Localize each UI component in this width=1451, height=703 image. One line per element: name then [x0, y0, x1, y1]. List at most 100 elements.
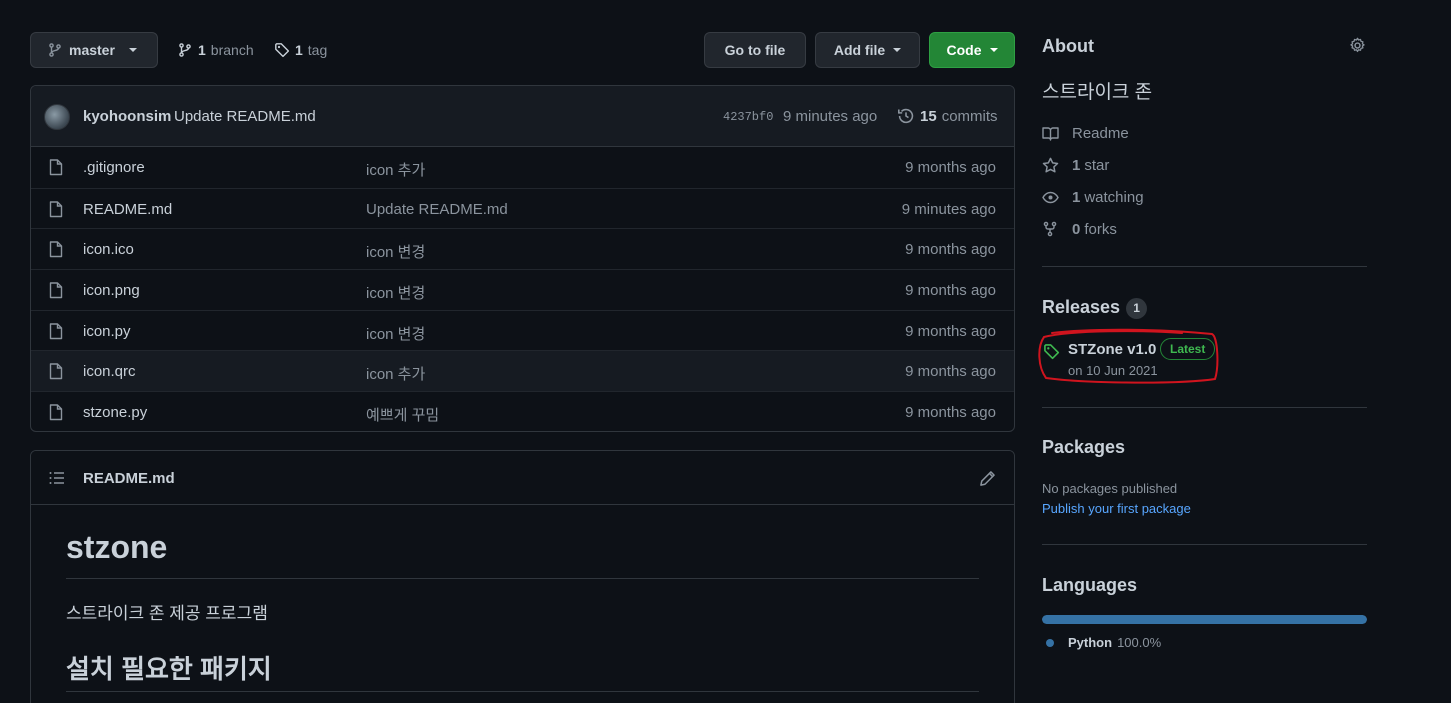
file-name[interactable]: icon.png [83, 282, 140, 299]
code-label: Code [946, 42, 982, 58]
languages-heading: Languages [1042, 575, 1138, 595]
tags-link[interactable]: 1 tag [274, 40, 327, 60]
commit-message[interactable]: Update README.md [174, 108, 316, 125]
commit-time: 9 minutes ago [783, 108, 878, 125]
star-icon [1042, 157, 1072, 174]
tags-label: tag [307, 42, 328, 58]
go-to-file-label: Go to file [724, 42, 786, 58]
file-name[interactable]: README.md [83, 201, 172, 218]
file-row[interactable]: stzone.py 예쁘게 꾸밈 9 months ago [31, 391, 1014, 431]
file-commit-message[interactable]: Update README.md [366, 201, 508, 218]
language-color-dot [1046, 638, 1054, 647]
history-icon [897, 107, 915, 125]
language-bar-python [1042, 615, 1367, 624]
file-row[interactable]: icon.qrc icon 추가 9 months ago [31, 350, 1014, 392]
chevron-down-icon [128, 48, 137, 52]
branches-link[interactable]: 1 branch [177, 40, 254, 60]
file-commit-message[interactable]: icon 추가 [366, 363, 425, 384]
file-name[interactable]: icon.ico [83, 241, 134, 258]
eye-icon [1042, 191, 1072, 204]
file-commit-time: 9 months ago [905, 404, 996, 422]
file-row[interactable]: README.md Update README.md 9 minutes ago [31, 187, 1014, 229]
readme-link-label: Readme [1072, 124, 1129, 142]
gear-icon[interactable] [1349, 37, 1366, 54]
list-unordered-icon[interactable] [49, 471, 65, 485]
tags-count: 1 [295, 42, 303, 58]
sidebar-divider [1042, 407, 1367, 408]
stars-label: star [1084, 156, 1110, 174]
readme-filename: README.md [83, 470, 175, 487]
file-row[interactable]: icon.ico icon 변경 9 months ago [31, 228, 1014, 269]
add-file-button[interactable]: Add file [815, 32, 920, 68]
file-icon [49, 282, 63, 299]
file-commit-message[interactable]: 예쁘게 꾸밈 [366, 404, 439, 425]
file-commit-message[interactable]: icon 변경 [366, 241, 425, 262]
git-branch-icon [47, 42, 63, 58]
packages-heading[interactable]: Packages [1042, 437, 1125, 458]
latest-commit-bar: kyohoonsim Update README.md 4237bf0 9 mi… [31, 86, 1014, 147]
file-icon [49, 241, 63, 258]
branch-name: master [69, 42, 115, 58]
file-icon [49, 323, 63, 340]
file-commit-time: 9 months ago [905, 322, 996, 340]
language-bar [1042, 615, 1367, 624]
file-row[interactable]: icon.png icon 변경 9 months ago [31, 269, 1014, 310]
releases-heading[interactable]: Releases 1 [1042, 297, 1148, 319]
readme-panel: README.md stzone 스트라이크 존 제공 프로그램 설치 필요한 … [30, 450, 1015, 703]
readme-heading-2: 설치 필요한 패키지 [66, 654, 272, 684]
watching-label: watching [1084, 188, 1144, 206]
file-commit-message[interactable]: icon 추가 [366, 159, 425, 180]
file-icon [49, 363, 63, 380]
branch-select-button[interactable]: master [30, 32, 158, 68]
go-to-file-button[interactable]: Go to file [704, 32, 806, 68]
file-list: .gitignore icon 추가 9 months ago README.m… [31, 147, 1014, 431]
chevron-down-icon [893, 48, 902, 52]
commit-author[interactable]: kyohoonsim [83, 108, 171, 125]
releases-heading-label: Releases [1042, 297, 1121, 317]
language-percent: 100.0% [1117, 635, 1162, 650]
repo-description: 스트라이크 존 [1042, 82, 1153, 103]
sidebar-divider [1042, 544, 1367, 545]
readme-link[interactable]: Readme [1042, 123, 1129, 143]
language-item[interactable]: Python 100.0% [1046, 635, 1161, 650]
stars-count: 1 [1072, 156, 1081, 174]
file-commit-time: 9 months ago [905, 159, 996, 176]
file-name[interactable]: .gitignore [83, 159, 145, 176]
file-commit-time: 9 months ago [905, 363, 996, 381]
file-browser: kyohoonsim Update README.md 4237bf0 9 mi… [30, 85, 1015, 432]
file-name[interactable]: icon.qrc [83, 363, 136, 380]
file-icon [49, 159, 63, 176]
repo-forked-icon [1042, 221, 1072, 237]
annotation-circle [1038, 328, 1219, 384]
about-heading: About [1042, 36, 1094, 56]
file-icon [49, 404, 63, 421]
file-row[interactable]: .gitignore icon 추가 9 months ago [31, 147, 1014, 188]
tag-icon [274, 42, 290, 58]
language-name: Python [1068, 635, 1113, 650]
packages-note: No packages published [1042, 481, 1178, 496]
avatar[interactable] [44, 104, 70, 130]
forks-label: forks [1084, 220, 1117, 238]
publish-package-link[interactable]: Publish your first package [1042, 501, 1191, 516]
commit-sha[interactable]: 4237bf0 [723, 110, 773, 124]
commits-count: 15 [920, 107, 937, 125]
pencil-icon[interactable] [979, 470, 996, 487]
stars-link[interactable]: 1 star [1042, 155, 1109, 175]
file-icon [49, 200, 63, 218]
commits-label: commits [941, 107, 998, 125]
file-row[interactable]: icon.py icon 변경 9 months ago [31, 309, 1014, 351]
releases-counter: 1 [1126, 297, 1148, 319]
forks-link[interactable]: 0 forks [1042, 219, 1117, 239]
add-file-label: Add file [833, 42, 886, 58]
file-commit-time: 9 months ago [905, 282, 996, 300]
code-button[interactable]: Code [929, 32, 1015, 68]
forks-count: 0 [1072, 220, 1081, 238]
file-name[interactable]: stzone.py [83, 404, 147, 421]
file-commit-time: 9 minutes ago [901, 200, 996, 218]
file-commit-message[interactable]: icon 변경 [366, 323, 425, 344]
file-commit-message[interactable]: icon 변경 [366, 282, 425, 303]
watchers-link[interactable]: 1 watching [1042, 187, 1144, 207]
commits-link[interactable]: 15 commits [897, 107, 998, 125]
file-name[interactable]: icon.py [83, 323, 131, 340]
readme-header: README.md [31, 451, 1014, 505]
